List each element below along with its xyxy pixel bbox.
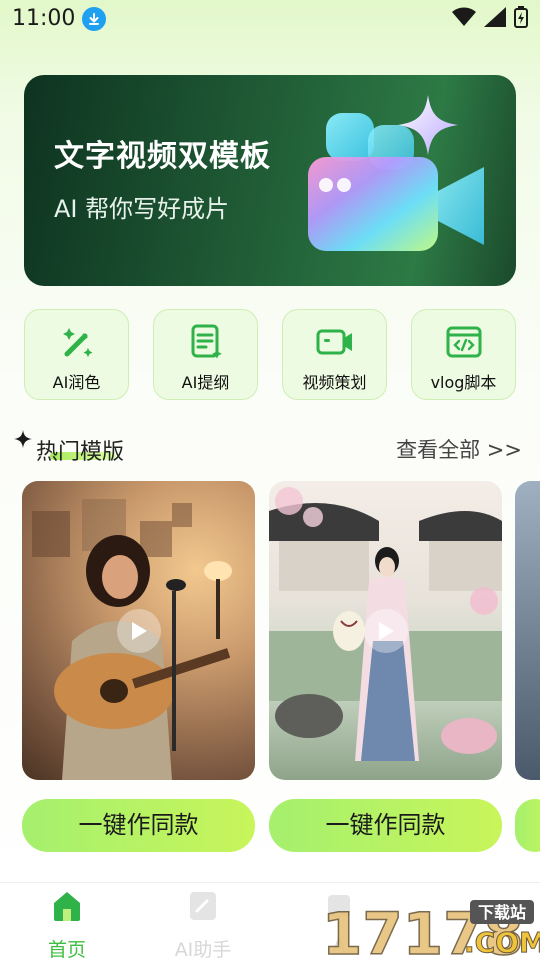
promo-banner[interactable]: 文字视频双模板 AI 帮你写好成片 bbox=[24, 75, 516, 286]
section-title: 热门模版 bbox=[36, 440, 125, 465]
template-card[interactable] bbox=[515, 481, 540, 780]
tool-video-planning[interactable]: 视频策划 bbox=[282, 309, 387, 400]
status-bar: 11:00 bbox=[0, 0, 540, 38]
tool-label: 视频策划 bbox=[302, 373, 367, 392]
sparkle-icon bbox=[14, 430, 32, 448]
make-same-button[interactable] bbox=[515, 799, 540, 852]
tool-ai-polish[interactable]: AI润色 bbox=[24, 309, 129, 400]
nav-ai-assistant[interactable]: AI助手 bbox=[148, 889, 258, 960]
status-time: 11:00 bbox=[12, 6, 76, 31]
download-icon bbox=[82, 7, 106, 31]
nav-label: AI助手 bbox=[174, 939, 232, 960]
make-same-button[interactable]: 一键作同款 bbox=[22, 799, 255, 852]
svg-text:.COM: .COM bbox=[464, 926, 540, 959]
svg-text:下载站: 下载站 bbox=[478, 903, 526, 922]
tool-label: vlog脚本 bbox=[430, 373, 497, 392]
site-watermark-logo: 17178 下载站 .COM bbox=[321, 899, 540, 960]
video-camera-3d-icon bbox=[308, 95, 484, 251]
nav-home[interactable]: 首页 bbox=[12, 889, 122, 960]
home-icon bbox=[54, 892, 80, 921]
make-same-button[interactable]: 一键作同款 bbox=[269, 799, 502, 852]
outline-doc-icon bbox=[191, 324, 222, 359]
nav-label: 首页 bbox=[47, 939, 86, 960]
magic-wand-icon bbox=[62, 328, 92, 357]
banner-subtitle: AI 帮你写好成片 bbox=[54, 195, 230, 223]
edit-icon bbox=[190, 892, 216, 920]
code-window-icon bbox=[446, 326, 481, 358]
tool-vlog-script[interactable]: vlog脚本 bbox=[411, 309, 516, 400]
wifi-icon bbox=[452, 7, 476, 26]
video-camera-icon bbox=[316, 329, 352, 355]
template-card[interactable] bbox=[269, 481, 502, 780]
play-icon[interactable] bbox=[363, 608, 408, 653]
tool-ai-outline[interactable]: AI提纲 bbox=[153, 309, 258, 400]
play-icon[interactable] bbox=[116, 608, 161, 653]
banner-title: 文字视频双模板 bbox=[54, 139, 271, 174]
template-card[interactable] bbox=[22, 481, 255, 780]
tool-label: AI提纲 bbox=[181, 373, 230, 392]
battery-icon bbox=[514, 6, 528, 28]
tool-label: AI润色 bbox=[52, 373, 101, 392]
signal-icon bbox=[484, 7, 506, 27]
view-all-link[interactable]: 查看全部 >> bbox=[396, 434, 522, 464]
